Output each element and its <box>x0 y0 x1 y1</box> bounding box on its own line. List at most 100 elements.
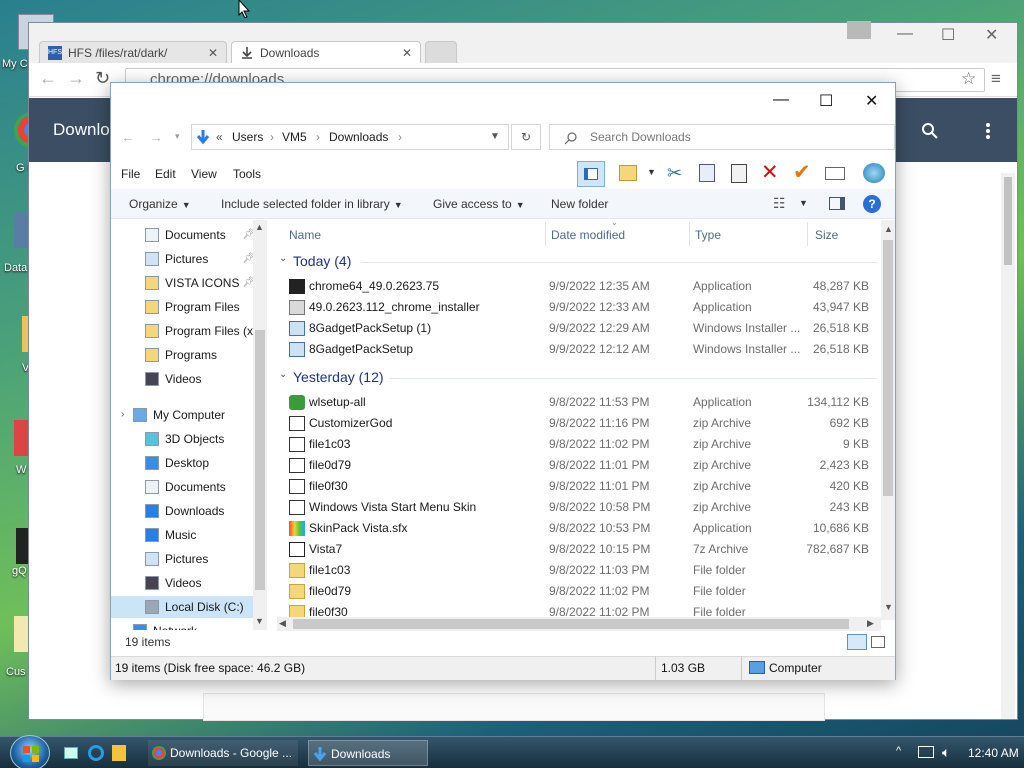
menu-view[interactable]: View <box>191 167 217 181</box>
chevron-left-icon[interactable]: ◀ <box>279 618 286 629</box>
chevron-up-icon[interactable]: ▲ <box>255 222 264 232</box>
chevron-down-icon[interactable]: ▼ <box>884 602 893 612</box>
breadcrumb-users[interactable]: Users <box>232 125 263 149</box>
reload-icon[interactable]: ↻ <box>95 68 110 89</box>
scrollbar-thumb[interactable] <box>293 619 849 629</box>
file-row[interactable]: 8GadgetPackSetup 9/9/2022 12:12 AM Windows… <box>287 339 881 360</box>
internet-explorer-icon[interactable] <box>88 745 104 761</box>
search-icon[interactable] <box>921 122 939 140</box>
column-type[interactable]: Type <box>695 228 721 242</box>
scrollbar-thumb[interactable] <box>883 240 893 496</box>
chevron-right-icon[interactable]: › <box>316 125 320 149</box>
rename-icon[interactable] <box>825 167 845 180</box>
app-icon[interactable] <box>14 420 28 456</box>
show-desktop-icon[interactable] <box>64 747 78 759</box>
forward-icon[interactable]: → <box>149 129 163 145</box>
breadcrumb-vm5[interactable]: VM5 <box>282 125 307 149</box>
file-list-hscrollbar[interactable]: ◀ ▶ <box>277 617 881 631</box>
chevron-up-icon[interactable]: ^ <box>896 745 901 757</box>
give-access-button[interactable]: Give access to ▼ <box>433 197 525 211</box>
profile-icon[interactable] <box>847 21 871 39</box>
file-row[interactable]: file0d79 9/8/2022 11:01 PM zip Archive 2,42… <box>287 455 881 476</box>
taskbar-item-downloads[interactable]: Downloads <box>308 740 428 766</box>
address-bar[interactable]: « Users › VM5 › Downloads › ▼ <box>191 124 509 150</box>
preview-pane-button[interactable] <box>577 161 605 187</box>
column-separator[interactable] <box>689 222 690 246</box>
recent-locations-icon[interactable]: ▾ <box>175 131 180 142</box>
more-icon[interactable] <box>985 122 991 140</box>
scrollbar-thumb[interactable] <box>1004 177 1012 265</box>
breadcrumb-overflow[interactable]: « <box>216 125 223 149</box>
chevron-down-icon[interactable]: ▼ <box>647 167 656 177</box>
nav-item[interactable]: VISTA ICONS 📌︎ <box>145 272 255 294</box>
cut-icon[interactable]: ✂ <box>667 163 682 184</box>
close-icon[interactable]: ✕ <box>208 42 218 64</box>
app-icon[interactable] <box>16 528 28 564</box>
menu-file[interactable]: File <box>121 167 140 181</box>
expand-chevron-icon[interactable]: › <box>121 409 124 420</box>
chrome-tab-downloads[interactable]: Downloads ✕ <box>231 41 421 65</box>
include-in-library-button[interactable]: Include selected folder in library ▼ <box>221 197 403 211</box>
paste-icon[interactable] <box>731 164 747 183</box>
nav-item[interactable]: Local Disk (C:) <box>111 596 253 618</box>
new-folder-button[interactable]: New folder <box>551 197 608 211</box>
view-options-icon[interactable]: ☷ <box>773 195 786 212</box>
file-row[interactable]: SkinPack Vista.sfx 9/8/2022 10:53 PM Appli… <box>287 518 881 539</box>
group-collapse-icon[interactable]: ⌄ <box>279 253 287 264</box>
new-tab-button[interactable] <box>425 41 457 65</box>
breadcrumb-downloads[interactable]: Downloads <box>329 125 388 149</box>
column-separator[interactable] <box>545 222 546 246</box>
back-icon[interactable]: ← <box>39 68 57 89</box>
file-row[interactable]: Windows Vista Start Menu Skin 9/8/2022 10… <box>287 497 881 518</box>
nav-scrollbar[interactable]: ▲ ▼ <box>253 220 267 630</box>
file-row[interactable]: 49.0.2623.112_chrome_installer 9/9/2022 1… <box>287 297 881 318</box>
help-icon[interactable]: ? <box>863 195 881 213</box>
nav-item[interactable]: My Computer <box>133 404 253 426</box>
file-row[interactable]: file0d79 9/8/2022 11:02 PM File folder <box>287 581 881 602</box>
forward-icon[interactable]: → <box>67 68 85 89</box>
minimize-icon[interactable]: — <box>773 91 789 109</box>
chevron-right-icon[interactable]: › <box>270 125 274 149</box>
chrome-scrollbar[interactable] <box>1001 173 1015 719</box>
group-collapse-icon[interactable]: ⌄ <box>279 369 287 380</box>
checkmark-icon[interactable]: ✔ <box>793 160 811 185</box>
volume-icon[interactable]: 🔈︎ <box>942 744 950 761</box>
column-name[interactable]: Name <box>289 228 321 242</box>
close-icon[interactable]: ✕ <box>865 91 878 111</box>
chevron-down-icon[interactable]: ▼ <box>799 198 808 208</box>
file-row[interactable]: file1c03 9/8/2022 11:03 PM File folder <box>287 560 881 581</box>
folder-options-icon[interactable] <box>619 165 637 181</box>
nav-item[interactable]: Downloads <box>145 500 253 522</box>
clock[interactable]: 12:40 AM <box>968 746 1019 760</box>
file-row[interactable]: CustomizerGod 9/8/2022 11:16 PM zip Archiv… <box>287 413 881 434</box>
copy-icon[interactable] <box>699 164 715 182</box>
chevron-right-icon[interactable]: ▶ <box>867 618 874 629</box>
column-separator[interactable] <box>807 222 808 246</box>
nav-item[interactable]: Videos <box>145 368 253 390</box>
chevron-down-icon[interactable]: ▼ <box>255 616 264 626</box>
minimize-icon[interactable]: — <box>897 25 913 43</box>
file-row[interactable]: Vista7 9/8/2022 10:15 PM 7z Archive 782,687… <box>287 539 881 560</box>
nav-item[interactable]: Pictures <box>145 548 253 570</box>
start-button[interactable] <box>10 735 50 768</box>
star-icon[interactable]: ☆ <box>961 69 976 89</box>
chevron-right-icon[interactable]: › <box>398 125 402 149</box>
nav-item[interactable]: Documents <box>145 476 253 498</box>
file-list-vscrollbar[interactable]: ▲ ▼ <box>881 220 895 620</box>
group-header[interactable]: Yesterday (12) <box>293 366 384 388</box>
file-row[interactable]: file0f30 9/8/2022 11:01 PM zip Archive 420 … <box>287 476 881 497</box>
nav-item[interactable]: Program Files <box>145 296 253 318</box>
menu-edit[interactable]: Edit <box>155 167 176 181</box>
group-header[interactable]: Today (4) <box>293 250 351 272</box>
scrollbar-thumb[interactable] <box>255 330 265 590</box>
menu-icon[interactable]: ≡ <box>991 69 1001 89</box>
maximize-icon[interactable]: ☐ <box>819 91 833 111</box>
file-row[interactable]: wlsetup-all 9/8/2022 11:53 PM Application 1… <box>287 392 881 413</box>
details-view-button[interactable] <box>847 634 867 650</box>
nav-item[interactable]: Programs <box>145 344 253 366</box>
nav-item[interactable]: 3D Objects <box>145 428 253 450</box>
globe-icon[interactable] <box>863 163 885 183</box>
nav-item[interactable]: Documents 📌︎ <box>145 224 255 246</box>
file-row[interactable]: 8GadgetPackSetup (1) 9/9/2022 12:29 AM Win… <box>287 318 881 339</box>
network-icon[interactable] <box>918 746 934 758</box>
